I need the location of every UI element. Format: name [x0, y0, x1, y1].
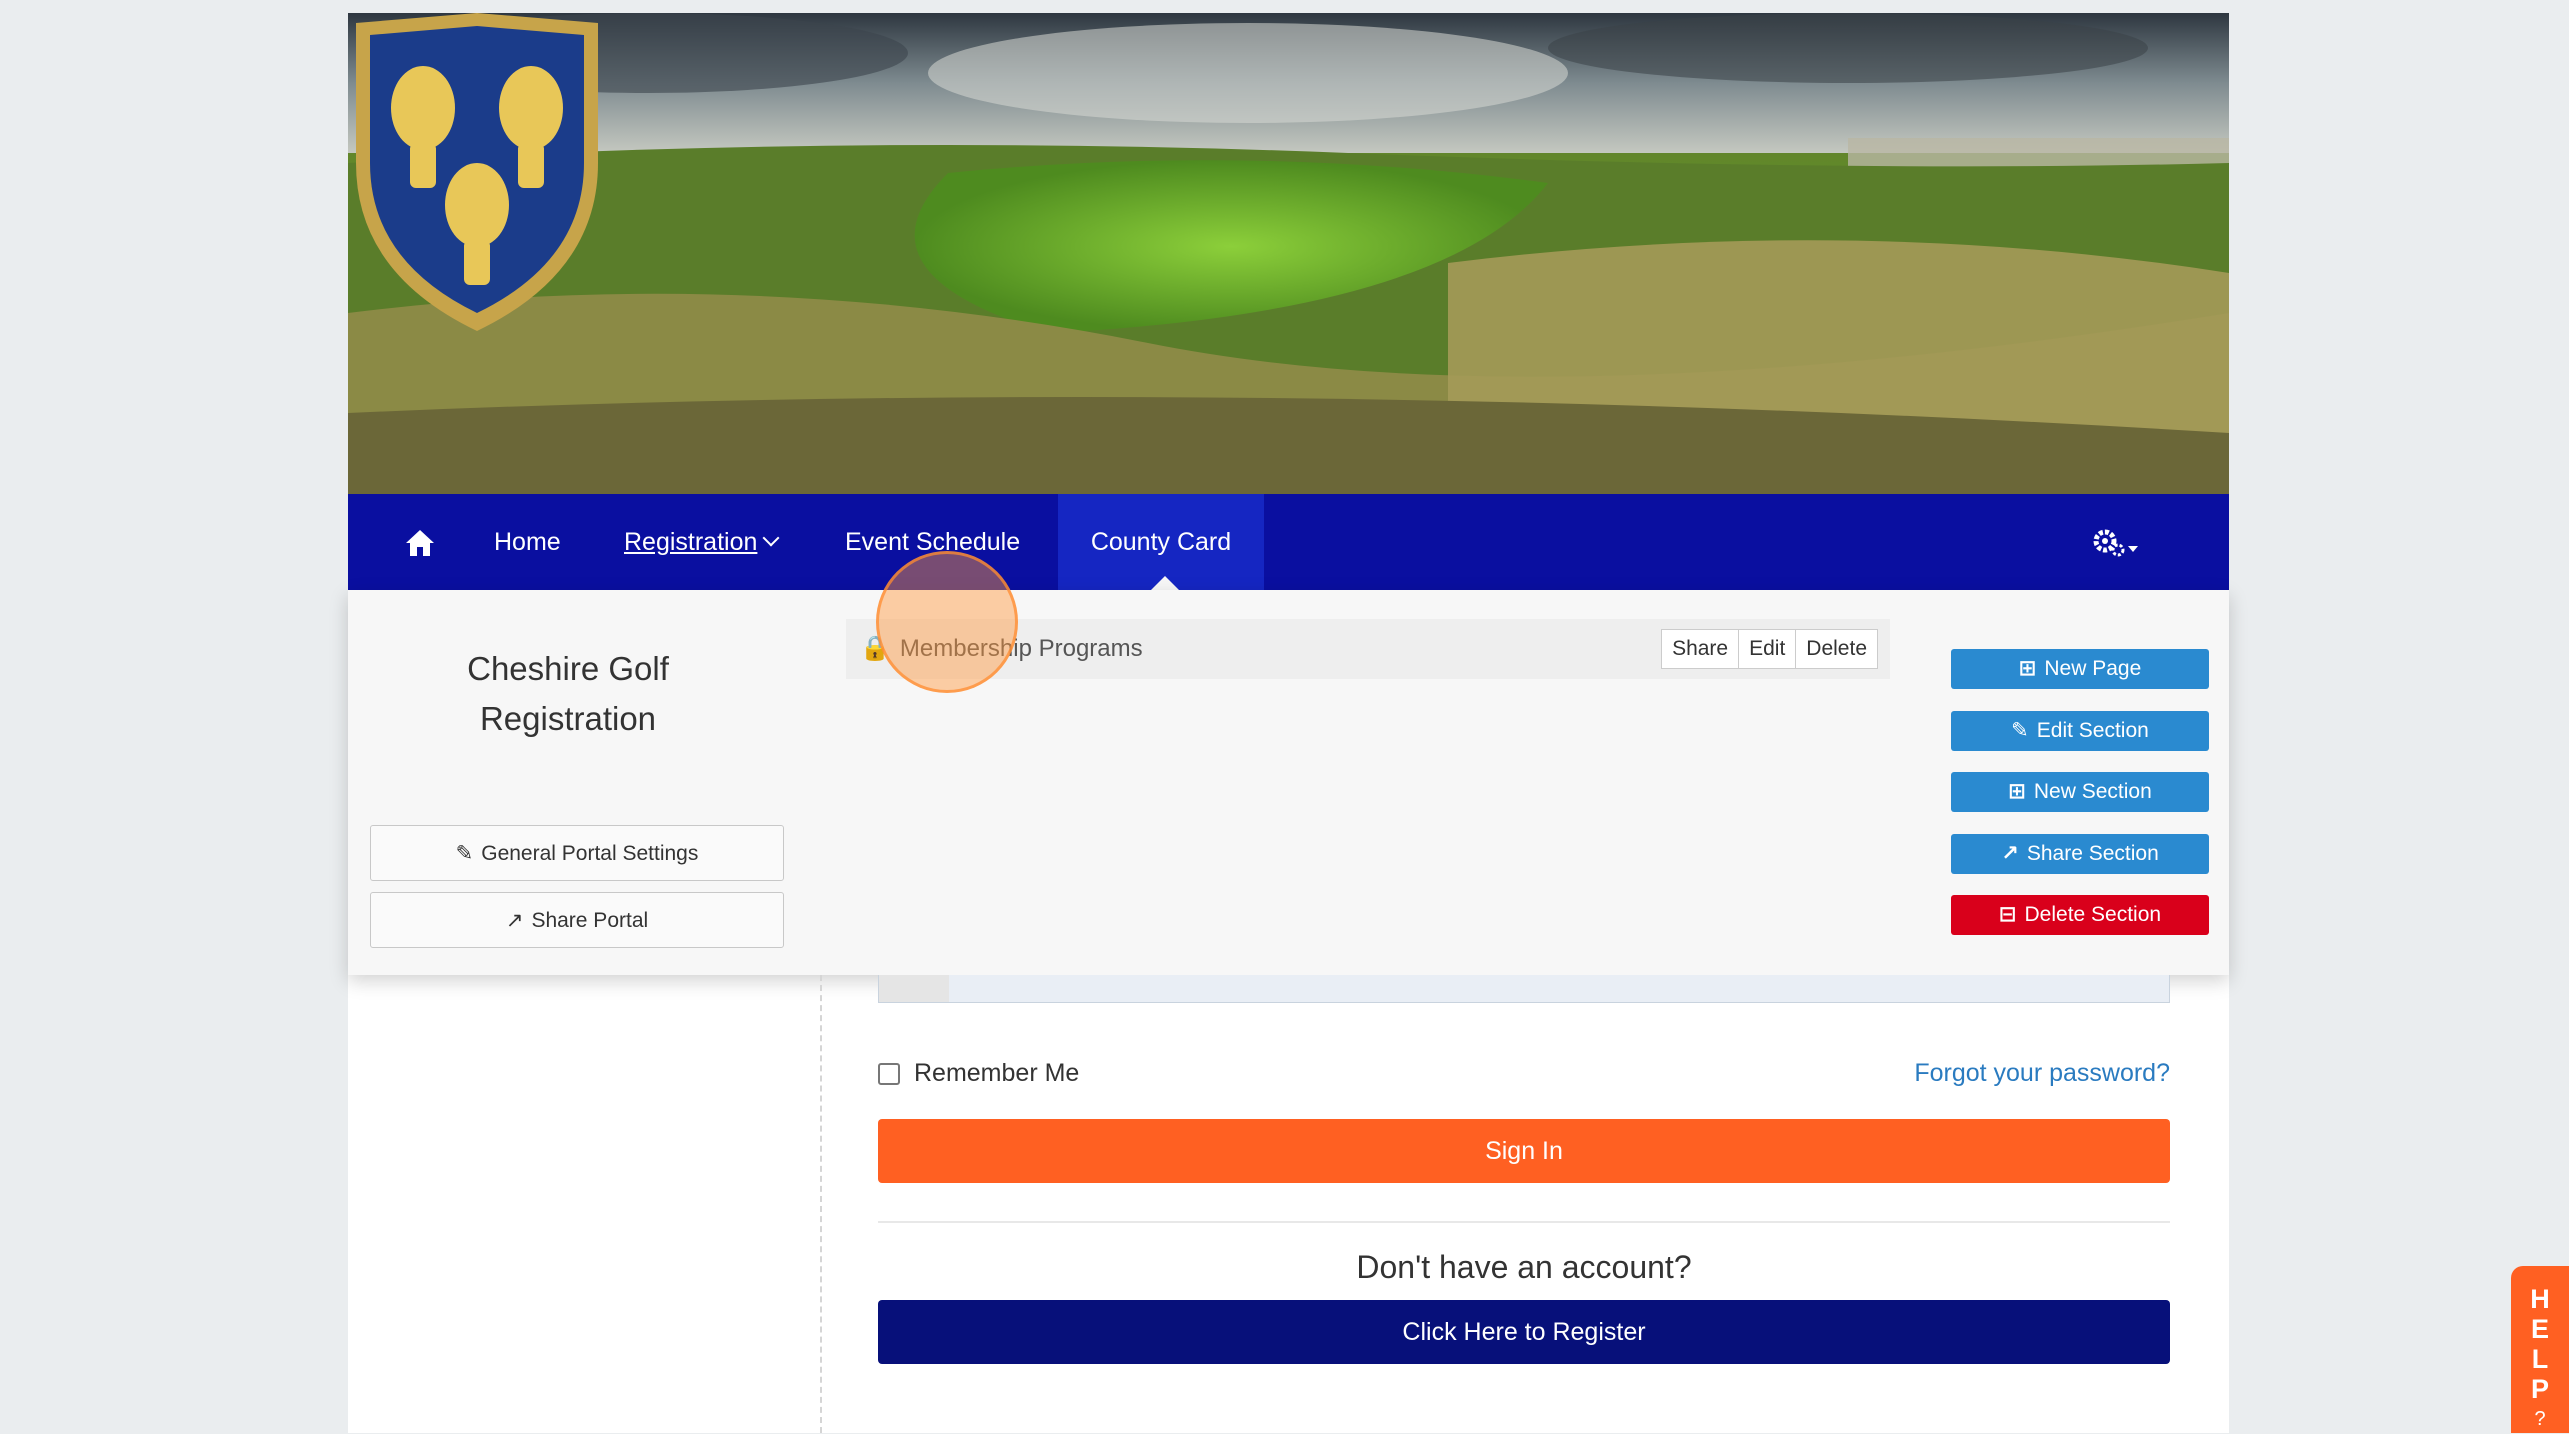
question-icon: ?	[2534, 1408, 2546, 1430]
section-edit-button[interactable]: Edit	[1738, 629, 1797, 669]
portal-title-line2: Registration	[479, 700, 657, 737]
golf-course-image	[348, 13, 2229, 494]
share-section-label: Share Section	[2026, 842, 2159, 865]
help-letter: H	[2530, 1284, 2550, 1314]
nav-home[interactable]: Home	[494, 494, 561, 590]
club-crest-logo	[356, 13, 598, 331]
sign-in-button[interactable]: Sign In	[878, 1119, 2170, 1183]
new-section-label: New Section	[2033, 780, 2152, 803]
portal-title: Cheshire Golf Registration	[358, 644, 778, 744]
hero-banner	[348, 13, 2229, 494]
admin-edit-panel: Cheshire Golf Registration ✎ General Port…	[348, 590, 2229, 975]
input-addon	[879, 975, 949, 1002]
general-portal-settings-button[interactable]: ✎ General Portal Settings	[370, 825, 784, 881]
password-input[interactable]	[878, 975, 2170, 1003]
help-letter: E	[2530, 1314, 2549, 1344]
remember-me[interactable]: Remember Me	[878, 1059, 1079, 1088]
register-button[interactable]: Click Here to Register	[878, 1300, 2170, 1364]
help-letter: L	[2531, 1344, 2549, 1374]
section-delete-button[interactable]: Delete	[1795, 629, 1878, 669]
delete-section-button[interactable]: ⊟ Delete Section	[1951, 895, 2209, 935]
section-share-button[interactable]: Share	[1661, 629, 1740, 669]
edit-section-label: Edit Section	[2036, 719, 2149, 742]
remember-me-label: Remember Me	[914, 1059, 1080, 1087]
portal-title-line1: Cheshire Golf	[467, 650, 669, 687]
new-page-button[interactable]: ⊞ New Page	[1951, 649, 2209, 689]
new-section-button[interactable]: ⊞ New Section	[1951, 772, 2209, 812]
active-tab-pointer	[1151, 576, 1179, 590]
help-tab[interactable]: H E L P ?	[2511, 1266, 2569, 1433]
gears-icon	[2093, 529, 2138, 557]
page-container: Home Registration Event Schedule County …	[348, 13, 2229, 1433]
home-icon-link[interactable]	[404, 494, 436, 590]
column-divider	[820, 975, 822, 1433]
plus-square-icon: ⊞	[2008, 780, 2026, 803]
new-page-label: New Page	[2044, 657, 2142, 680]
minus-square-icon: ⊟	[1998, 903, 2017, 926]
help-letter: P	[2530, 1374, 2549, 1404]
share-icon: ↗	[2001, 842, 2019, 865]
share-icon: ↗	[505, 909, 524, 932]
plus-square-icon: ⊞	[2018, 657, 2037, 680]
edit-section-button[interactable]: ✎ Edit Section	[1951, 711, 2209, 751]
share-portal-label: Share Portal	[531, 909, 649, 932]
login-separator	[878, 1221, 2170, 1223]
remember-me-checkbox[interactable]	[878, 1062, 900, 1085]
share-section-button[interactable]: ↗ Share Section	[1951, 834, 2209, 874]
click-indicator	[876, 551, 1018, 693]
section-button-group: Share Edit Delete	[1661, 629, 1878, 669]
general-portal-settings-label: General Portal Settings	[481, 842, 699, 865]
no-account-heading: Don't have an account?	[1356, 1249, 1692, 1285]
edit-icon: ✎	[2011, 719, 2029, 742]
edit-icon: ✎	[455, 842, 474, 865]
settings-menu[interactable]	[2092, 494, 2140, 590]
delete-section-label: Delete Section	[2024, 903, 2162, 926]
share-portal-button[interactable]: ↗ Share Portal	[370, 892, 784, 948]
main-nav: Home Registration Event Schedule County …	[348, 494, 2229, 590]
nav-registration[interactable]: Registration	[624, 494, 780, 590]
home-icon	[406, 530, 434, 557]
nav-registration-label: Registration	[624, 528, 758, 556]
forgot-password-link[interactable]: Forgot your password?	[1914, 1059, 2170, 1088]
chevron-down-icon	[762, 529, 780, 547]
